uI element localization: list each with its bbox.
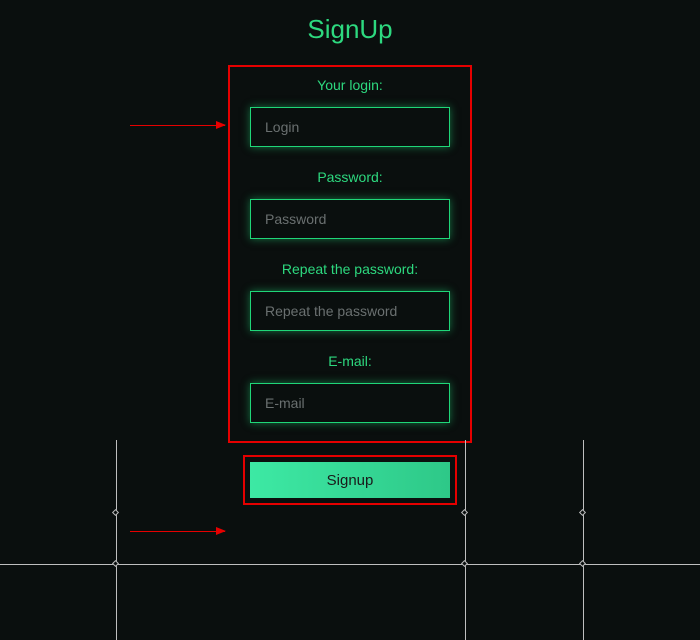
guide-line (116, 440, 117, 640)
login-label: Your login: (317, 77, 383, 93)
annotation-arrow-icon (130, 125, 225, 126)
repeat-password-input[interactable] (250, 291, 450, 331)
guide-line (0, 564, 700, 565)
email-label: E-mail: (328, 353, 372, 369)
page-title: SignUp (307, 14, 392, 45)
annotation-arrow-icon (130, 531, 225, 532)
guide-tick-icon (579, 560, 586, 567)
repeat-password-label: Repeat the password: (282, 261, 418, 277)
guide-line (465, 440, 466, 640)
password-label: Password: (317, 169, 382, 185)
guide-tick-icon (112, 560, 119, 567)
guide-tick-icon (461, 509, 468, 516)
signup-form-highlight: Your login: Password: Repeat the passwor… (228, 65, 472, 443)
signup-button[interactable]: Signup (250, 462, 450, 498)
guide-line (583, 440, 584, 640)
login-input[interactable] (250, 107, 450, 147)
signup-button-highlight: Signup (243, 455, 457, 505)
guide-tick-icon (579, 509, 586, 516)
guide-tick-icon (112, 509, 119, 516)
password-input[interactable] (250, 199, 450, 239)
email-input[interactable] (250, 383, 450, 423)
guide-tick-icon (461, 560, 468, 567)
